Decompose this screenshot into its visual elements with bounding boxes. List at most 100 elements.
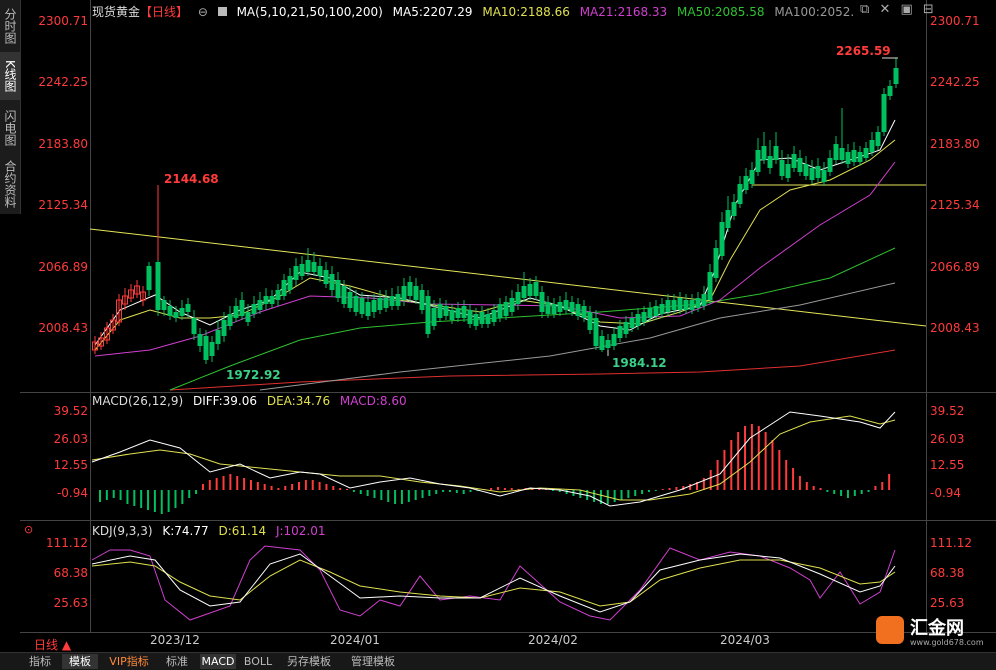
candle-body <box>665 300 671 312</box>
candle-body <box>371 300 377 312</box>
period-type-selector[interactable]: 日线 ▲ <box>34 636 71 653</box>
candle-body <box>401 286 407 300</box>
candle-body <box>737 184 743 204</box>
candle-body <box>713 248 719 278</box>
candle-body <box>185 304 191 312</box>
candle-body <box>695 298 701 308</box>
candle-body <box>551 304 557 314</box>
macd-dea-line <box>91 415 896 501</box>
candle-body <box>233 306 239 318</box>
candle-body <box>161 300 167 310</box>
candle-body <box>311 262 317 272</box>
candle-body <box>791 154 797 168</box>
candle-body <box>479 312 485 324</box>
kdj-chart[interactable] <box>0 520 996 632</box>
candle-body <box>827 158 833 172</box>
logo-icon <box>876 616 904 644</box>
candle-body <box>755 150 761 172</box>
bottom-toolbar: 指标 模板 VIP指标 标准 MACD BOLL 另存模板 管理模板 <box>0 652 996 670</box>
candle-body <box>731 202 737 216</box>
candle-body <box>773 146 779 160</box>
candle-body <box>803 164 809 176</box>
tab-boll[interactable]: BOLL <box>242 654 274 669</box>
candle-body <box>611 334 617 346</box>
candle-body <box>167 306 173 316</box>
candle-body <box>797 158 803 172</box>
kdj-k-line <box>91 553 896 613</box>
candle-body <box>365 302 371 316</box>
candle-body <box>575 304 581 316</box>
candle-body <box>263 296 269 304</box>
candle-body <box>851 150 857 162</box>
candle-body <box>719 222 725 256</box>
candle-body <box>569 302 575 312</box>
macd-diff-line <box>91 411 896 507</box>
candle-body <box>635 314 641 326</box>
annotation-low-1972: 1972.92 <box>226 368 281 382</box>
candle-body <box>641 312 647 322</box>
candle-body <box>467 310 473 324</box>
candle-body <box>749 170 755 184</box>
candle-body <box>701 294 707 306</box>
annotation-high-2144: 2144.68 <box>164 172 219 186</box>
candle-body <box>389 296 395 306</box>
candle-body <box>671 300 677 310</box>
candle-body <box>533 282 539 296</box>
candle-body <box>275 290 281 300</box>
candle-body <box>455 308 461 318</box>
candle-body <box>461 306 467 318</box>
tab-vip-indicator[interactable]: VIP指标 <box>104 654 154 669</box>
candle-body <box>593 318 599 346</box>
annotation-low-1984: 1984.12 <box>612 356 667 370</box>
candle-body <box>509 298 515 312</box>
candle-body <box>725 210 731 228</box>
candle-body <box>683 300 689 310</box>
xlabel-2024-01: 2024/01 <box>330 633 380 647</box>
tab-save-template[interactable]: 另存模板 <box>280 654 338 669</box>
candle-body <box>443 306 449 316</box>
candle-body <box>269 296 275 304</box>
candle-body <box>329 274 335 290</box>
tab-standard[interactable]: 标准 <box>160 654 194 669</box>
candle-body <box>815 166 821 178</box>
candle-body <box>833 144 839 160</box>
candle-body <box>653 306 659 316</box>
candle-body <box>689 300 695 310</box>
candle-body <box>413 286 419 300</box>
tab-indicator[interactable]: 指标 <box>24 654 56 669</box>
candle-body <box>221 320 227 336</box>
candle-body <box>227 314 233 326</box>
macd-chart[interactable] <box>0 392 996 520</box>
candle-body <box>191 318 197 334</box>
candle-body <box>761 146 767 160</box>
candle-body <box>485 314 491 324</box>
candle-body <box>785 164 791 178</box>
candle-body <box>617 326 623 338</box>
annotation-high-2265: 2265.59 <box>836 44 891 58</box>
candle-body <box>473 314 479 326</box>
ma21-line <box>94 161 896 357</box>
candlestick-chart[interactable]: 2144.68 1972.92 1984.12 2265.59 <box>0 0 996 392</box>
tab-template[interactable]: 模板 <box>62 654 98 669</box>
candle-body <box>857 152 863 162</box>
candle-body <box>431 308 437 326</box>
candle-body <box>197 334 203 346</box>
candle-body <box>605 340 611 348</box>
candle-body <box>887 86 893 96</box>
candle-body <box>707 272 713 300</box>
candle-body <box>875 132 881 146</box>
candle-body <box>527 284 533 296</box>
tab-macd[interactable]: MACD <box>200 654 236 669</box>
tab-manage-template[interactable]: 管理模板 <box>344 654 402 669</box>
candle-body <box>545 302 551 314</box>
candle-body <box>599 336 605 350</box>
candle-body <box>257 300 263 310</box>
candle-body <box>521 286 527 298</box>
candle-body <box>647 308 653 318</box>
candle-body <box>539 292 545 312</box>
candle-body <box>287 276 293 290</box>
xlabel-2024-03: 2024/03 <box>720 633 770 647</box>
candle-body <box>377 298 383 310</box>
candle-body <box>629 318 635 328</box>
xlabel-2024-02: 2024/02 <box>528 633 578 647</box>
